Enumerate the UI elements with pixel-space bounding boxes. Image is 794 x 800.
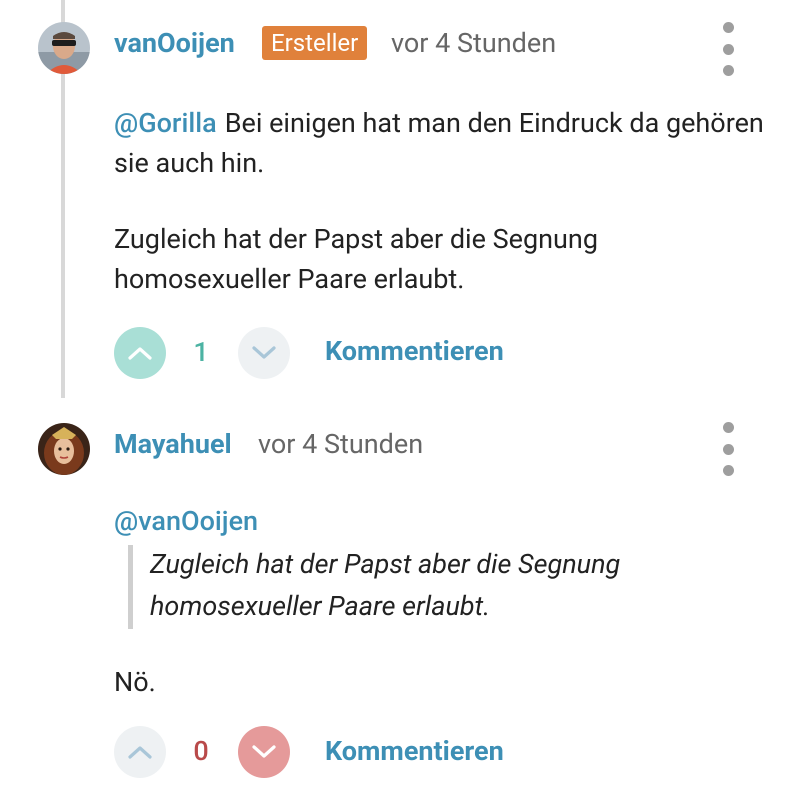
chevron-down-icon [252,745,276,758]
reply-button[interactable]: Kommentieren [325,735,504,767]
comment-text: Nö. [114,666,156,698]
vote-count: 1 [193,336,209,368]
avatar-man-sunglasses-icon [38,22,90,74]
timestamp: vor 4 Stunden [391,27,557,59]
chevron-down-icon [252,346,276,359]
chevron-up-icon [128,347,152,360]
downvote-button[interactable] [238,726,290,778]
quote-mention-link[interactable]: @vanOoijen [114,505,258,537]
comment-text: @Gorilla Bei einigen hat man den Eindruck… [114,103,764,183]
comment-paragraph-2: Zugleich hat der Papst aber die Segnung … [114,223,598,295]
timestamp: vor 4 Stunden [258,428,424,460]
avatar[interactable] [38,22,90,74]
more-options-icon[interactable] [718,22,738,76]
vote-count: 0 [193,735,209,767]
mention-link[interactable]: @Gorilla [114,107,217,139]
quote-bar [128,545,133,629]
reply-button[interactable]: Kommentieren [325,335,504,367]
quoted-text: Zugleich hat der Papst aber die Segnung … [150,548,621,622]
upvote-button[interactable] [114,327,166,379]
chevron-up-icon [128,746,152,759]
avatar-woman-icon [38,423,90,475]
downvote-button[interactable] [238,327,290,379]
author-name[interactable]: Mayahuel [114,428,232,460]
more-options-icon[interactable] [718,422,738,476]
upvote-button[interactable] [114,726,166,778]
avatar[interactable] [38,423,90,475]
author-name[interactable]: vanOoijen [114,27,235,59]
creator-badge: Ersteller [262,26,368,60]
